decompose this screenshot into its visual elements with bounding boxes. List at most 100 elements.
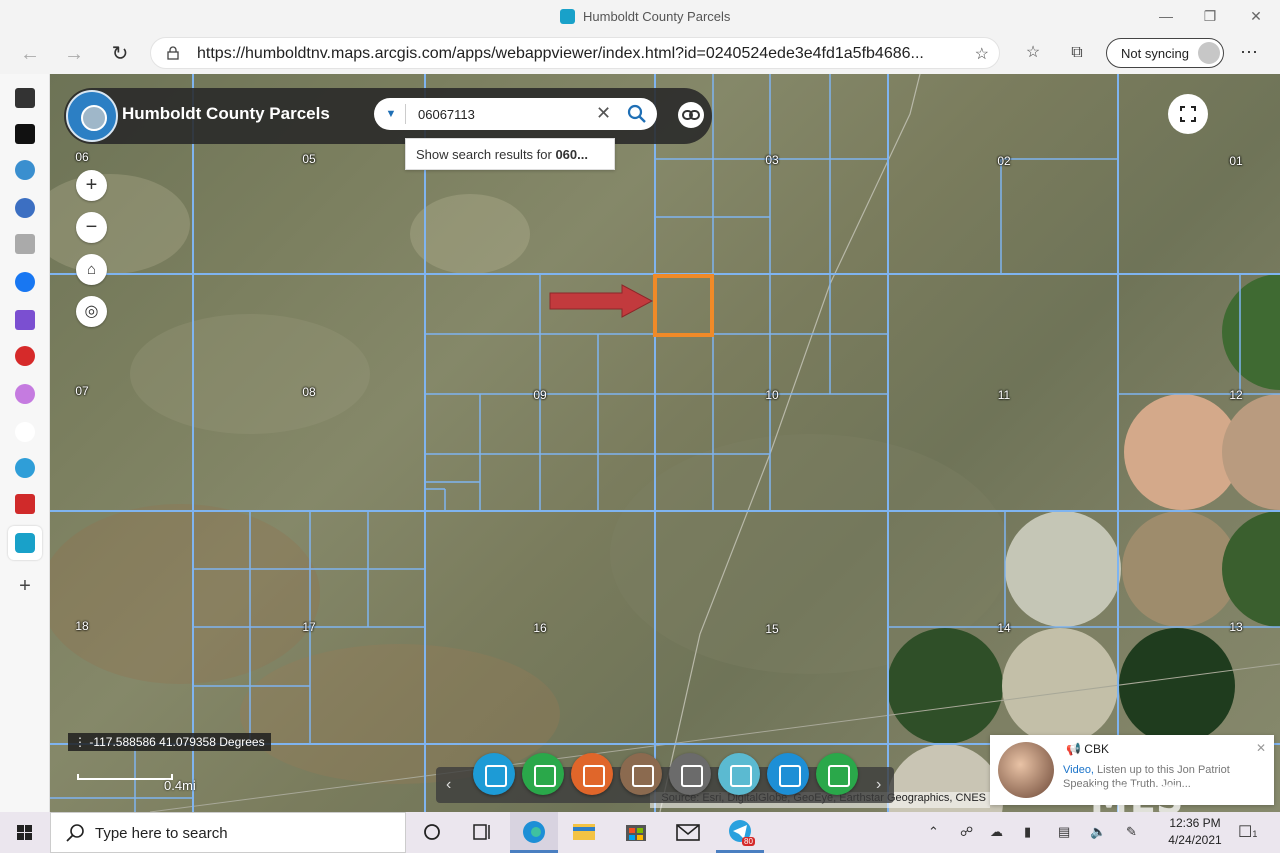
mail-icon[interactable]: [15, 310, 35, 330]
close-icon[interactable]: ✕: [1242, 6, 1270, 26]
cortana-icon[interactable]: [408, 812, 456, 853]
back-icon[interactable]: ←: [16, 40, 44, 68]
sidebar-app-blue-icon[interactable]: [15, 458, 35, 478]
search-input[interactable]: [418, 104, 588, 124]
clock-time: 12:36 PM: [1169, 816, 1221, 830]
section-label: 08: [302, 385, 316, 399]
section-label: 12: [1229, 388, 1243, 402]
taskbar-search[interactable]: Type here to search: [50, 812, 406, 853]
minimize-icon[interactable]: —: [1152, 6, 1180, 26]
section-label: 17: [302, 620, 316, 634]
fullscreen-icon[interactable]: [1168, 94, 1208, 134]
share-link-icon[interactable]: [678, 102, 704, 128]
url-text[interactable]: https://humboldtnv.maps.arcgis.com/apps/…: [197, 45, 957, 63]
sidebar-app-link-icon[interactable]: [15, 494, 35, 514]
section-label: 16: [533, 621, 547, 635]
basemap-widget-button[interactable]: [522, 753, 564, 795]
show-hidden-icons-icon[interactable]: ⌃: [928, 824, 939, 840]
clear-search-icon[interactable]: ✕: [596, 103, 611, 124]
widget-next-icon[interactable]: ›: [876, 776, 881, 794]
profile-sync-button[interactable]: Not syncing: [1106, 38, 1224, 68]
pointer-arrow: [549, 284, 654, 318]
sidebar-globe-icon[interactable]: [15, 198, 35, 218]
collections-icon[interactable]: ⧉: [1066, 42, 1088, 64]
refresh-icon[interactable]: ↻: [106, 40, 134, 68]
system-clock[interactable]: 12:36 PM 4/24/2021: [1158, 815, 1232, 849]
section-label: 18: [75, 619, 89, 633]
section-label: 07: [75, 384, 89, 398]
browser-toolbar: ← → ↻ https://humboldtnv.maps.arcgis.com…: [0, 34, 1280, 74]
add-sidebar-item-icon[interactable]: +: [15, 576, 35, 596]
county-seal-icon: [66, 90, 118, 142]
suggestion-term: 060...: [555, 147, 588, 162]
sidebar-app-purple-icon[interactable]: [15, 384, 35, 404]
section-label: 11: [997, 388, 1011, 402]
volume-icon[interactable]: 🔈: [1090, 824, 1106, 840]
task-view-icon[interactable]: [458, 812, 506, 853]
zoom-out-button[interactable]: −: [76, 212, 107, 243]
coordinate-drag-icon[interactable]: ⋮: [74, 735, 86, 749]
search-icon[interactable]: [626, 103, 648, 125]
map-overlay: [50, 74, 1280, 812]
search-box: ▼ ✕: [374, 98, 657, 130]
sidebar-app-1-icon[interactable]: [15, 88, 35, 108]
pen-icon[interactable]: ✎: [1126, 824, 1137, 840]
sidebar-arcgis-icon[interactable]: [15, 533, 35, 553]
sidebar-app-2-icon[interactable]: [15, 124, 35, 144]
notification-link[interactable]: Video,: [1063, 764, 1094, 776]
home-icon[interactable]: ⌂: [76, 254, 107, 285]
favorites-icon[interactable]: ☆: [1022, 42, 1044, 64]
network-icon[interactable]: ▤: [1058, 824, 1070, 840]
section-label: 09: [533, 388, 547, 402]
sidebar-speed-icon[interactable]: [15, 160, 35, 180]
suggestion-prefix: Show search results for: [416, 147, 556, 162]
lock-icon: [167, 46, 179, 60]
telegram-badge: 80: [742, 837, 755, 846]
attribute-table-widget-button[interactable]: [571, 753, 613, 795]
mail-taskbar-icon[interactable]: [664, 812, 712, 853]
zoom-in-button[interactable]: +: [76, 170, 107, 201]
print-widget-button[interactable]: [816, 753, 858, 795]
selected-parcel-highlight: [653, 274, 714, 337]
map-view[interactable]: 06 05 03 02 01 07 08 09 10 11 12 18 17 1…: [50, 74, 1280, 812]
bing-icon[interactable]: [15, 422, 35, 442]
my-location-icon[interactable]: ◎: [76, 296, 107, 327]
widget-prev-icon[interactable]: ‹: [446, 776, 451, 794]
edge-taskbar-icon[interactable]: [510, 812, 558, 853]
layers-widget-button[interactable]: [473, 753, 515, 795]
battery-icon[interactable]: ▮: [1024, 824, 1031, 840]
query-widget-button[interactable]: [620, 753, 662, 795]
store-icon[interactable]: [612, 812, 660, 853]
onedrive-icon[interactable]: ☁: [990, 824, 1003, 840]
sender-avatar: [998, 742, 1054, 798]
select-widget-button[interactable]: [669, 753, 711, 795]
more-options-icon[interactable]: ⋯: [1240, 42, 1258, 63]
search-source-dropdown[interactable]: ▼: [382, 106, 400, 122]
close-notification-icon[interactable]: ✕: [1256, 741, 1266, 755]
app-header: Humboldt County Parcels ▼ ✕: [64, 88, 712, 144]
search-divider: [405, 104, 406, 124]
meet-now-icon[interactable]: ☍: [960, 824, 973, 840]
windows-taskbar: Type here to search 80 ⌃ ☍ ☁ ▮ ▤ 🔈 ✎ 12:…: [0, 812, 1280, 853]
forward-icon[interactable]: →: [60, 40, 88, 68]
address-bar[interactable]: https://humboldtnv.maps.arcgis.com/apps/…: [150, 37, 1000, 69]
sidebar-calendar-icon[interactable]: [15, 234, 35, 254]
section-label: 15: [765, 622, 779, 636]
clock-date: 4/24/2021: [1168, 833, 1222, 847]
file-explorer-icon[interactable]: [560, 812, 608, 853]
sidebar-app-red-icon[interactable]: [15, 346, 35, 366]
measure-widget-button[interactable]: [718, 753, 760, 795]
maximize-icon[interactable]: ❐: [1196, 6, 1224, 26]
avatar: [1198, 42, 1220, 64]
search-suggestion[interactable]: Show search results for 060...: [405, 138, 615, 170]
telegram-taskbar-icon[interactable]: 80: [716, 812, 764, 853]
draw-widget-button[interactable]: [767, 753, 809, 795]
section-label: 06: [75, 150, 89, 164]
facebook-icon[interactable]: [15, 272, 35, 292]
windows-start-icon[interactable]: [0, 812, 48, 853]
notification-sender: 📢 CBK: [1066, 742, 1109, 756]
section-label: 14: [997, 621, 1011, 635]
app-favicon-icon: [560, 9, 575, 24]
add-favorite-icon[interactable]: ☆: [975, 44, 989, 64]
action-center-icon[interactable]: ☐1: [1238, 822, 1257, 842]
